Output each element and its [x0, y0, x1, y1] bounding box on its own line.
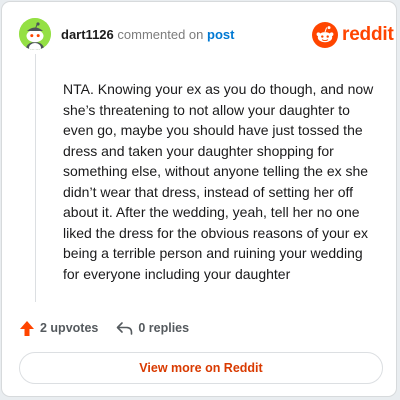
reddit-logo-icon [312, 22, 338, 48]
comment-actions: 2 upvotes 0 replies [19, 318, 189, 338]
post-link[interactable]: post [207, 27, 234, 42]
snoo-avatar-icon[interactable] [19, 18, 51, 50]
username-link[interactable]: dart1126 [61, 27, 114, 42]
comment-card: dart1126 commented on post reddit NTA. K… [1, 1, 397, 397]
replies-button[interactable]: 0 replies [116, 321, 189, 335]
reddit-logo-text: reddit [342, 24, 394, 45]
upvotes-count: 2 upvotes [40, 321, 99, 335]
comment-header: dart1126 commented on post [61, 28, 234, 42]
upvote-arrow-icon [20, 320, 34, 336]
thread-line [35, 54, 36, 302]
reply-arrow-icon [117, 322, 133, 335]
commented-on-text: commented on [117, 27, 204, 42]
view-more-button[interactable]: View more on Reddit [19, 352, 383, 384]
comment-body: NTA. Knowing your ex as you do though, a… [63, 81, 374, 282]
reddit-logo[interactable]: reddit [312, 21, 394, 49]
upvote-button[interactable]: 2 upvotes [19, 320, 98, 337]
replies-count: 0 replies [138, 321, 190, 335]
